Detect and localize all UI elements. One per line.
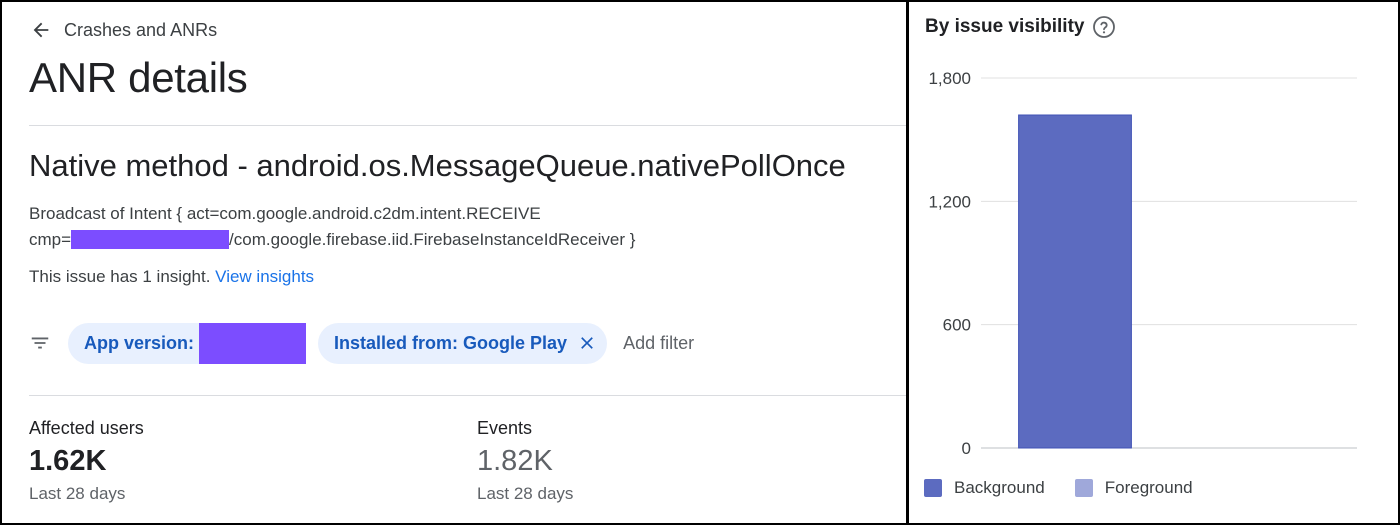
arrow-back-icon (30, 19, 52, 41)
app-version-filter-chip[interactable]: App version: (68, 322, 307, 364)
legend-swatch-foreground (1074, 479, 1093, 497)
filter-bar: App version: Installed from: Google Play… (29, 322, 694, 364)
issue-title: Native method - android.os.MessageQueue.… (29, 148, 846, 183)
insight-text: This issue has 1 insight. (29, 267, 211, 286)
add-filter-button[interactable]: Add filter (623, 333, 694, 354)
affected-users-period: Last 28 days (29, 484, 126, 503)
installed-from-chip-label: Installed from: Google Play (334, 332, 568, 353)
y-tick-label: 600 (943, 316, 971, 335)
y-tick-label: 1,200 (928, 192, 971, 211)
divider-mid (29, 395, 906, 396)
intent-cmp-prefix: cmp= (29, 230, 72, 249)
redacted-package-name (71, 229, 230, 249)
chart-title: By issue visibility (925, 15, 1116, 39)
legend-swatch-background (924, 479, 942, 497)
insight-row: This issue has 1 insight. View insights (29, 267, 314, 287)
affected-users-value: 1.62K (29, 445, 107, 477)
intent-line-2: cmp= /com.google.firebase.iid.FirebaseIns… (29, 227, 635, 253)
view-insights-link[interactable]: View insights (215, 267, 314, 286)
back-link[interactable]: Crashes and ANRs (30, 17, 217, 43)
affected-users-stat: Affected users 1.62K Last 28 days (29, 418, 144, 504)
issue-visibility-bar-chart: 0 600 1,200 1,800 (928, 69, 1357, 458)
legend-item-background[interactable]: Background (924, 478, 1045, 498)
events-stat: Events 1.82K Last 28 days (477, 418, 573, 504)
events-label: Events (477, 418, 533, 438)
divider-top (29, 125, 906, 126)
intent-line-1: Broadcast of Intent { act=com.google.and… (29, 204, 541, 223)
chart-legend: Background Foreground (924, 478, 1223, 498)
app-version-chip-label: App version: (84, 332, 195, 353)
redacted-app-version (199, 322, 307, 364)
chart-title-text: By issue visibility (925, 16, 1085, 37)
installed-from-filter-chip[interactable]: Installed from: Google Play (318, 322, 608, 364)
events-value: 1.82K (477, 445, 553, 477)
legend-label-foreground: Foreground (1104, 478, 1193, 497)
close-icon[interactable] (577, 333, 597, 353)
legend-item-foreground[interactable]: Foreground (1074, 478, 1193, 498)
y-tick-label: 1,800 (928, 69, 971, 88)
legend-label-background: Background (954, 478, 1045, 497)
intent-cmp-suffix: /com.google.firebase.iid.FirebaseInstanc… (229, 230, 636, 249)
filter-list-icon[interactable] (29, 322, 51, 364)
intent-description: Broadcast of Intent { act=com.google.and… (29, 201, 635, 253)
back-link-label: Crashes and ANRs (64, 19, 218, 40)
y-tick-label: 0 (962, 439, 971, 458)
affected-users-label: Affected users (29, 418, 144, 438)
help-icon[interactable] (1092, 15, 1116, 39)
bar-background[interactable] (1018, 114, 1132, 449)
page-title: ANR details (29, 54, 248, 101)
events-period: Last 28 days (477, 484, 574, 503)
